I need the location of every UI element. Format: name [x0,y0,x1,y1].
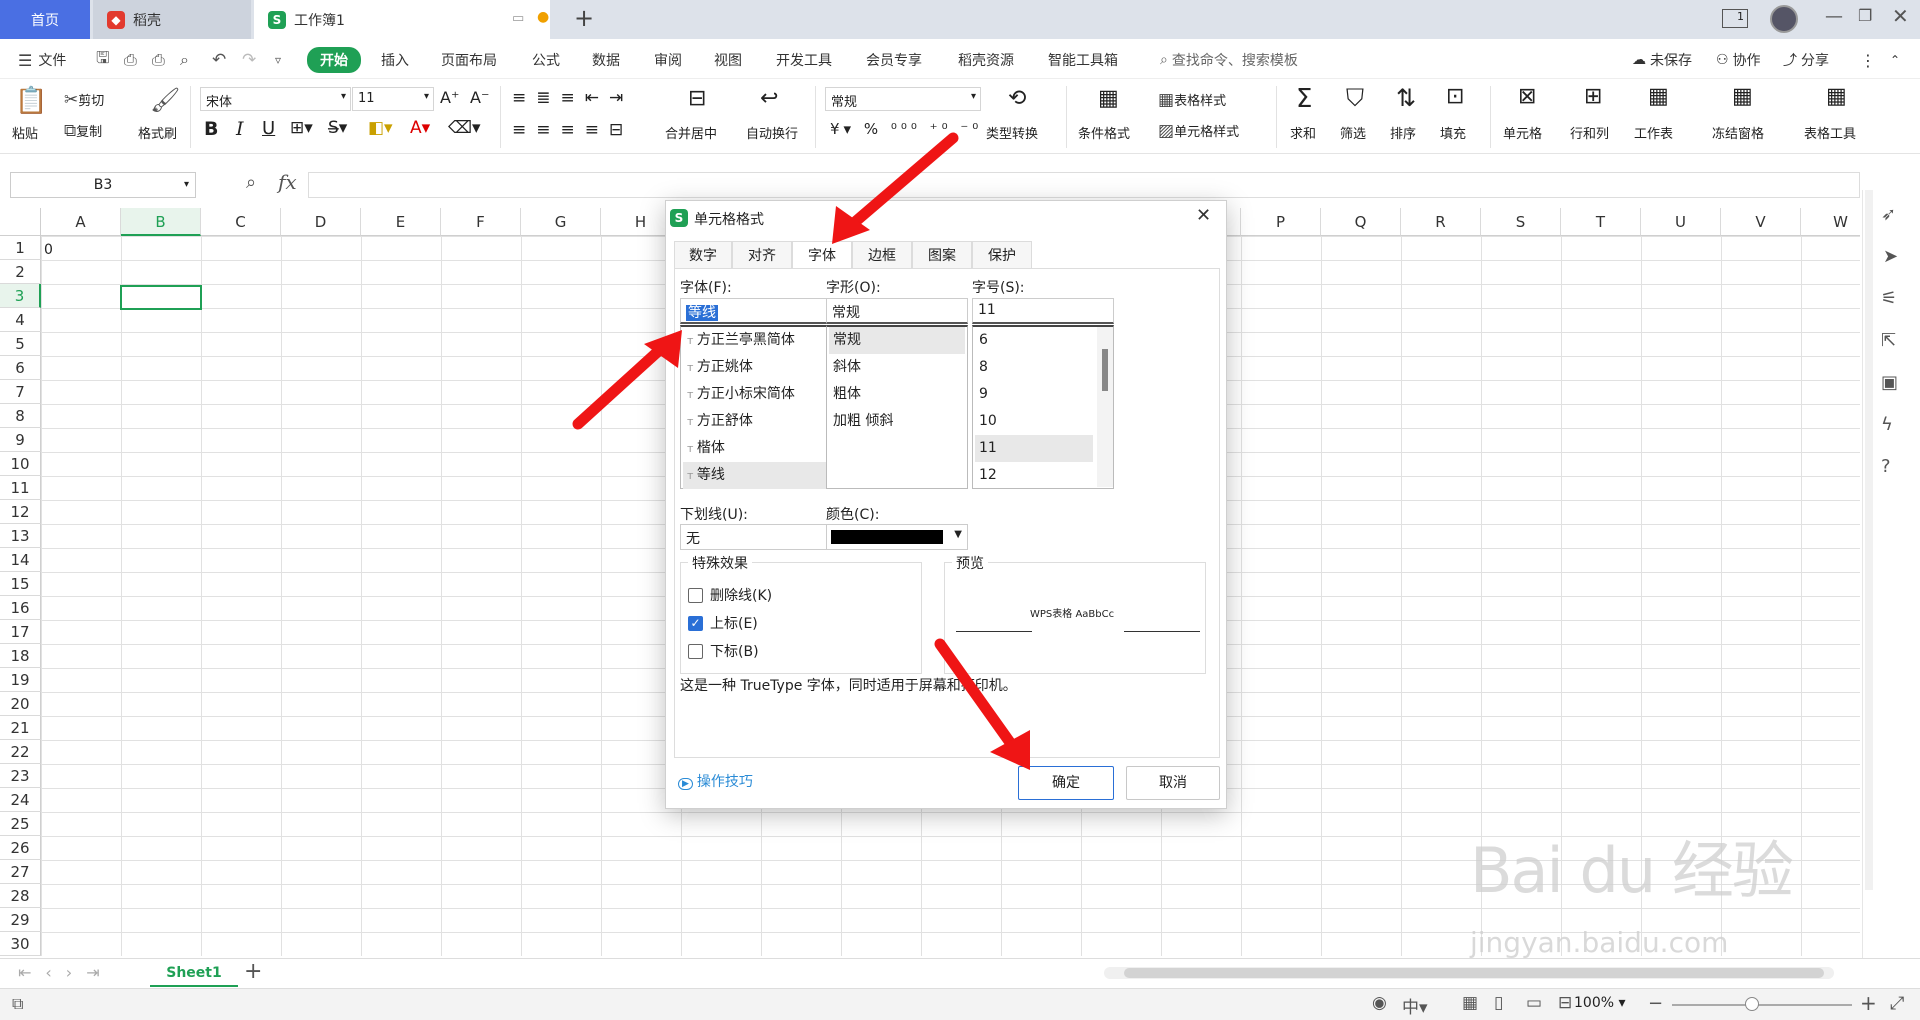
arrow-shaft [934,638,1020,754]
arrow-shaft [842,132,959,234]
arrow-to-font-tab [832,132,959,244]
arrow-to-ok-button [934,638,1030,770]
arrow-shaft [572,340,670,430]
watermark-url: jingyan.baidu.com [1470,926,1729,959]
watermark-logo: Bai du 经验 [1470,834,1794,907]
arrow-to-font-name [572,330,682,430]
